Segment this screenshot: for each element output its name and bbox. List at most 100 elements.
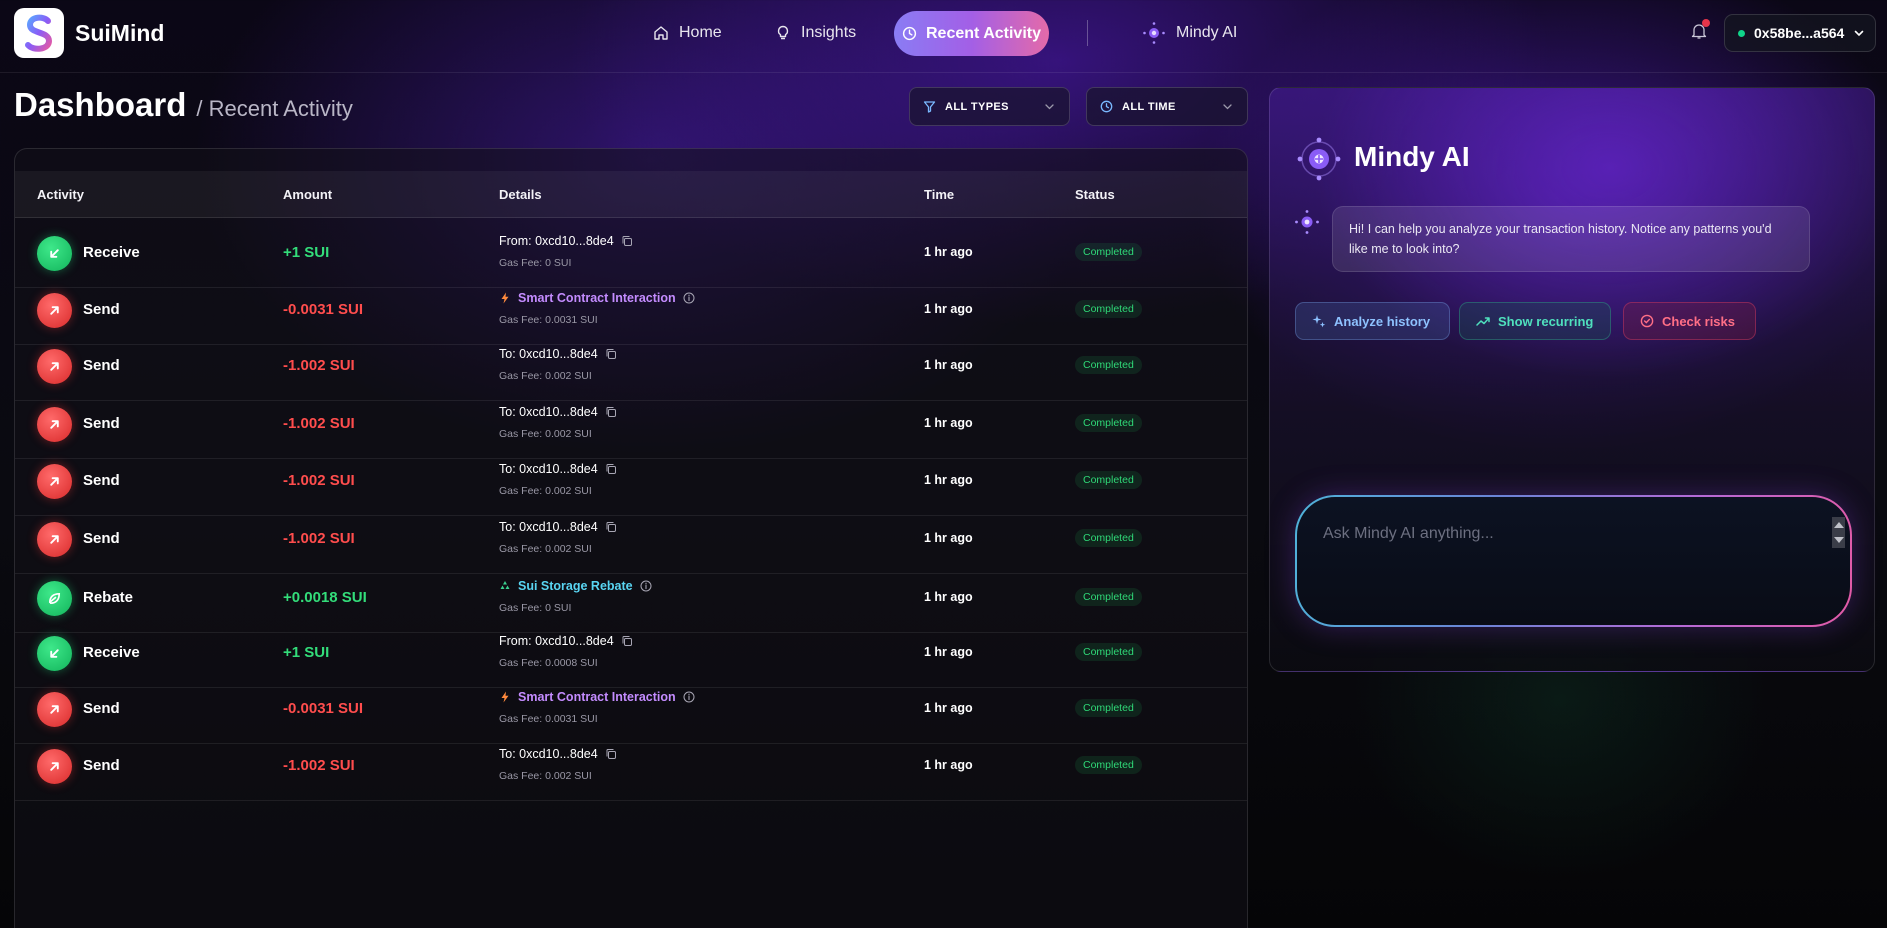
nav-recent-activity[interactable]: Recent Activity xyxy=(894,11,1049,56)
sparkles-icon xyxy=(1312,315,1326,328)
arrow-up-right-icon xyxy=(37,349,72,384)
status-badge: Completed xyxy=(1075,756,1142,774)
column-header-status: Status xyxy=(1075,187,1115,202)
recycle-icon xyxy=(500,581,510,589)
activity-time: 1 hr ago xyxy=(924,758,973,772)
activity-amount: +1 SUI xyxy=(283,644,330,661)
arrow-down-left-icon xyxy=(37,236,72,271)
copy-icon[interactable] xyxy=(621,635,633,647)
activity-detail: Sui Storage Rebate xyxy=(499,579,652,593)
activity-detail: To: 0xcd10...8de4 xyxy=(499,347,617,361)
activity-detail-text: Sui Storage Rebate xyxy=(518,579,633,593)
suimind-logo[interactable] xyxy=(14,8,64,58)
wallet-address: 0x58be...a564 xyxy=(1754,25,1845,41)
copy-icon[interactable] xyxy=(605,406,617,418)
gas-fee: Gas Fee: 0.002 SUI xyxy=(499,428,592,440)
activity-detail-text: Smart Contract Interaction xyxy=(518,291,676,305)
copy-icon[interactable] xyxy=(605,463,617,475)
activity-detail: To: 0xcd10...8de4 xyxy=(499,405,617,419)
status-badge: Completed xyxy=(1075,643,1142,661)
nav-mindy-ai[interactable]: Mindy AI xyxy=(1142,20,1237,46)
filter-time-dropdown[interactable]: ALL TIME xyxy=(1086,87,1248,126)
lightbulb-icon xyxy=(777,25,789,40)
copy-icon[interactable] xyxy=(605,348,617,360)
clock-icon xyxy=(902,26,917,41)
filter-types-dropdown[interactable]: ALL TYPES xyxy=(909,87,1070,126)
mindy-avatar-icon xyxy=(1295,210,1319,234)
activity-time: 1 hr ago xyxy=(924,531,973,545)
nav-mindy-ai-label: Mindy AI xyxy=(1176,24,1238,41)
leaf-icon xyxy=(37,581,72,616)
scroll-down-arrow-icon[interactable] xyxy=(1833,537,1844,544)
suimind-logo-icon xyxy=(25,14,53,52)
ai-input-container xyxy=(1295,495,1852,627)
activity-detail-text: From: 0xcd10...8de4 xyxy=(499,634,614,648)
activity-detail-text: Smart Contract Interaction xyxy=(518,690,676,704)
ai-chat-input[interactable] xyxy=(1297,497,1850,625)
chevron-down-icon xyxy=(1223,104,1232,110)
activity-amount: -1.002 SUI xyxy=(283,357,355,374)
info-icon[interactable] xyxy=(683,292,695,304)
trending-up-icon xyxy=(1476,317,1490,326)
show-recurring-button[interactable]: Show recurring xyxy=(1459,302,1611,340)
status-badge: Completed xyxy=(1075,699,1142,717)
status-badge: Completed xyxy=(1075,588,1142,606)
arrow-up-right-icon xyxy=(37,522,72,557)
gas-fee: Gas Fee: 0.0031 SUI xyxy=(499,713,598,725)
filter-icon xyxy=(923,101,936,113)
status-badge: Completed xyxy=(1075,300,1142,318)
activity-detail: From: 0xcd10...8de4 xyxy=(499,634,633,648)
check-risks-label: Check risks xyxy=(1662,313,1735,329)
input-scroll-stepper[interactable] xyxy=(1832,517,1845,548)
column-header-details: Details xyxy=(499,187,542,202)
mindy-ai-title: Mindy AI xyxy=(1354,141,1470,172)
activity-type: Send xyxy=(83,415,120,432)
arrow-up-right-icon xyxy=(37,749,72,784)
activity-amount: -0.0031 SUI xyxy=(283,700,364,717)
clock-icon xyxy=(1100,100,1113,113)
info-icon[interactable] xyxy=(640,580,652,592)
activity-time: 1 hr ago xyxy=(924,473,973,487)
scroll-up-arrow-icon[interactable] xyxy=(1833,521,1844,528)
activity-detail: Smart Contract Interaction xyxy=(499,690,695,704)
copy-icon[interactable] xyxy=(605,748,617,760)
analyze-history-button[interactable]: Analyze history xyxy=(1295,302,1450,340)
activity-time: 1 hr ago xyxy=(924,358,973,372)
nav-insights[interactable]: Insights xyxy=(775,20,856,46)
activity-type: Send xyxy=(83,700,120,717)
activity-detail-text: To: 0xcd10...8de4 xyxy=(499,405,598,419)
mindy-ai-panel: Mindy AI Hi! I can help you analyze your… xyxy=(1269,87,1875,672)
info-icon[interactable] xyxy=(683,691,695,703)
activity-type: Receive xyxy=(83,244,140,261)
nav-home[interactable]: Home xyxy=(653,20,722,46)
copy-icon[interactable] xyxy=(605,521,617,533)
check-risks-button[interactable]: Check risks xyxy=(1623,302,1756,340)
home-icon xyxy=(654,26,668,40)
table-row[interactable]: Send -1.002 SUI To: 0xcd10...8de4 Gas Fee: … xyxy=(15,732,1247,801)
copy-icon[interactable] xyxy=(621,235,633,247)
show-recurring-label: Show recurring xyxy=(1498,313,1594,329)
activity-amount: -0.0031 SUI xyxy=(283,301,364,318)
activity-type: Send xyxy=(83,530,120,547)
nav-recent-activity-label: Recent Activity xyxy=(926,24,1041,42)
notification-badge xyxy=(1702,19,1710,27)
activity-detail: From: 0xcd10...8de4 xyxy=(499,234,633,248)
nav-divider xyxy=(1087,20,1088,46)
activity-type: Send xyxy=(83,301,120,318)
gas-fee: Gas Fee: 0.0008 SUI xyxy=(499,657,598,669)
wallet-button[interactable]: 0x58be...a564 xyxy=(1724,14,1876,52)
activity-amount: +0.0018 SUI xyxy=(283,589,367,606)
activity-detail: To: 0xcd10...8de4 xyxy=(499,462,617,476)
nav-home-label: Home xyxy=(679,24,722,41)
activity-type: Send xyxy=(83,357,120,374)
activity-detail-text: To: 0xcd10...8de4 xyxy=(499,520,598,534)
lightning-icon xyxy=(501,691,509,703)
status-badge: Completed xyxy=(1075,356,1142,374)
activity-time: 1 hr ago xyxy=(924,701,973,715)
activity-amount: +1 SUI xyxy=(283,244,330,261)
check-circle-icon xyxy=(1640,314,1654,328)
activity-time: 1 hr ago xyxy=(924,590,973,604)
gas-fee: Gas Fee: 0.002 SUI xyxy=(499,770,592,782)
lightning-icon xyxy=(501,292,509,304)
activity-detail-text: To: 0xcd10...8de4 xyxy=(499,347,598,361)
